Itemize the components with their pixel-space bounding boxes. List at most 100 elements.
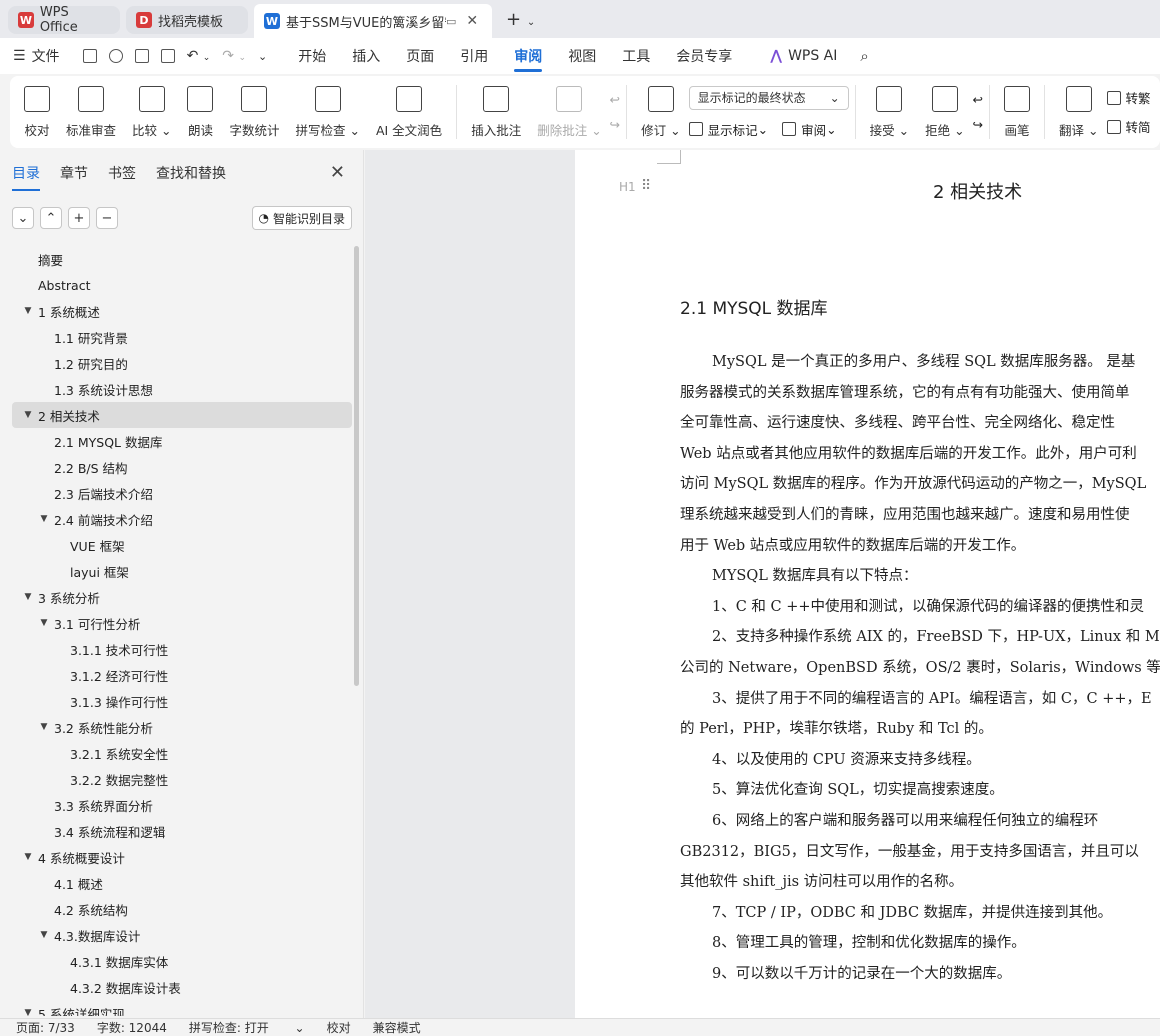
more-icon[interactable]: ⌄ [258, 50, 267, 63]
menu-wps-ai[interactable]: ⋀ WPS AI [757, 38, 850, 74]
caret-down-icon[interactable]: ▼ [38, 722, 50, 732]
page-indicator[interactable]: 页面: 7/33 [16, 1019, 75, 1036]
toc-item[interactable]: ▼ 4 系统概要设计 [12, 844, 352, 870]
add-heading-button[interactable]: + [68, 207, 90, 229]
print-icon[interactable] [134, 49, 149, 63]
toc-scrollbar[interactable] [354, 246, 359, 686]
tab-toc[interactable]: 目录 [12, 163, 40, 191]
file-menu[interactable]: ☰ 文件 [0, 38, 73, 74]
menu-member[interactable]: 会员专享 [663, 38, 745, 74]
remove-heading-button[interactable]: − [96, 207, 118, 229]
toc-item[interactable]: 2.1 MYSQL 数据库 [12, 428, 352, 454]
menu-reference[interactable]: 引用 [447, 38, 501, 74]
menu-insert[interactable]: 插入 [339, 38, 393, 74]
close-icon[interactable]: ✕ [330, 162, 345, 183]
menu-view[interactable]: 视图 [555, 38, 609, 74]
tab-document[interactable]: W 基于SSM与VUE的篱溪乡留守 ▭ ✕ [254, 4, 492, 38]
caret-down-icon[interactable]: ▼ [22, 410, 34, 420]
caret-down-icon[interactable]: ▼ [38, 618, 50, 628]
tab-bookmarks[interactable]: 书签 [108, 163, 136, 183]
toc-item[interactable]: ▼ 2.4 前端技术介绍 [12, 506, 352, 532]
toc-item[interactable]: 4.1 概述 [12, 870, 352, 896]
proofread-button[interactable]: 校对 [16, 80, 58, 144]
tab-chapters[interactable]: 章节 [60, 163, 88, 183]
caret-down-icon[interactable]: ▼ [22, 592, 34, 602]
expand-down-button[interactable]: ⌄ [12, 207, 34, 229]
toc-item[interactable]: Abstract [12, 272, 352, 298]
document-page[interactable]: H1 ⠿ 2 相关技术 2.1 MYSQL 数据库 MySQL 是一个真正的多用… [575, 150, 1160, 1018]
toc-item[interactable]: 3.4 系统流程和逻辑 [12, 818, 352, 844]
track-changes-button[interactable]: 修订 ⌄ [633, 80, 688, 144]
toc-item[interactable]: layui 框架 [12, 558, 352, 584]
prev-comment-icon[interactable]: ↩ [610, 92, 620, 107]
toc-item[interactable]: 3.2.1 系统安全性 [12, 740, 352, 766]
print-preview-icon[interactable] [160, 49, 175, 63]
toc-item[interactable]: ▼ 3 系统分析 [12, 584, 352, 610]
toc-item[interactable]: 4.3.2 数据库设计表 [12, 974, 352, 1000]
smart-toc-button[interactable]: ◔ 智能识别目录 [251, 206, 352, 230]
prev-change-icon[interactable]: ↩ [973, 92, 983, 107]
next-change-icon[interactable]: ↪ [973, 117, 983, 132]
toc-item[interactable]: 1.1 研究背景 [12, 324, 352, 350]
toc-item[interactable]: 2.3 后端技术介绍 [12, 480, 352, 506]
caret-down-icon[interactable]: ▼ [38, 514, 50, 524]
translate-button[interactable]: 翻译 ⌄ [1051, 80, 1106, 144]
toc-item[interactable]: ▼ 2 相关技术 [12, 402, 352, 428]
toc-item[interactable]: ▼ 4.3.数据库设计 [12, 922, 352, 948]
collapse-up-button[interactable]: ⌃ [40, 207, 62, 229]
caret-down-icon[interactable]: ▼ [22, 1008, 34, 1016]
review-pane-button[interactable]: 审阅 ⌄ [782, 120, 837, 139]
toc-item[interactable]: 3.2.2 数据完整性 [12, 766, 352, 792]
undo-icon[interactable]: ↶ ⌄ [187, 48, 211, 64]
ai-polish-button[interactable]: AI 全文润色 [368, 80, 450, 144]
toc-item[interactable]: ▼ 5 系统详细实现 [12, 1000, 352, 1017]
proofread-status[interactable]: 校对 [327, 1019, 351, 1036]
toc-item[interactable]: 2.2 B/S 结构 [12, 454, 352, 480]
new-tab-button[interactable]: + ⌄ [506, 9, 535, 30]
caret-down-icon[interactable]: ▼ [22, 852, 34, 862]
accept-button[interactable]: 接受 ⌄ [862, 80, 917, 144]
tab-wps-office[interactable]: W WPS Office [8, 5, 120, 35]
caret-down-icon[interactable]: ▼ [38, 930, 50, 940]
tab-find-replace[interactable]: 查找和替换 [156, 163, 226, 183]
toc-item[interactable]: 4.2 系统结构 [12, 896, 352, 922]
word-count-button[interactable]: 字数统计 [221, 80, 287, 144]
read-aloud-button[interactable]: 朗读 [179, 80, 221, 144]
toc-item[interactable]: VUE 框架 [12, 532, 352, 558]
word-count-indicator[interactable]: 字数: 12044 [97, 1019, 167, 1036]
menu-tools[interactable]: 工具 [609, 38, 663, 74]
toc-item[interactable]: 摘要 [12, 246, 352, 272]
spell-check-status[interactable]: 拼写检查: 打开 ⌄ [189, 1019, 305, 1036]
menu-start[interactable]: 开始 [285, 38, 339, 74]
redo-icon[interactable]: ↷ ⌄ [222, 48, 246, 64]
toc-item[interactable]: 3.1.2 经济可行性 [12, 662, 352, 688]
search-icon[interactable]: ⌕ [860, 47, 868, 65]
standard-review-button[interactable]: 标准审查 [58, 80, 124, 144]
compare-button[interactable]: 比较 ⌄ [124, 80, 179, 144]
toc-item[interactable]: 3.1.3 操作可行性 [12, 688, 352, 714]
toc-item[interactable]: ▼ 1 系统概述 [12, 298, 352, 324]
insert-comment-button[interactable]: 插入批注 [463, 80, 529, 144]
export-icon[interactable] [108, 49, 123, 63]
toc-item[interactable]: 3.1.1 技术可行性 [12, 636, 352, 662]
toc-item[interactable]: 3.3 系统界面分析 [12, 792, 352, 818]
toc-item[interactable]: ▼ 3.1 可行性分析 [12, 610, 352, 636]
show-markup-button[interactable]: 显示标记 ⌄ [688, 120, 768, 139]
toc-item[interactable]: 4.3.1 数据库实体 [12, 948, 352, 974]
menu-review[interactable]: 审阅 [501, 38, 555, 74]
close-tab-icon[interactable]: ✕ [466, 13, 478, 29]
save-icon[interactable] [82, 49, 97, 63]
reject-button[interactable]: 拒绝 ⌄ [917, 80, 972, 144]
to-traditional-button[interactable]: 转繁 [1106, 88, 1151, 107]
menu-page[interactable]: 页面 [393, 38, 447, 74]
monitor-icon[interactable]: ▭ [446, 15, 456, 28]
toc-item[interactable]: 1.2 研究目的 [12, 350, 352, 376]
toc-item[interactable]: ▼ 3.2 系统性能分析 [12, 714, 352, 740]
spell-check-button[interactable]: 拼写检查 ⌄ [288, 80, 368, 144]
to-simplified-button[interactable]: 转简 [1106, 117, 1151, 136]
toc-item[interactable]: 1.3 系统设计思想 [12, 376, 352, 402]
caret-down-icon[interactable]: ▼ [22, 306, 34, 316]
tab-template[interactable]: D 找稻壳模板 [126, 6, 248, 34]
drag-handle-icon[interactable]: ⠿ [641, 178, 651, 194]
display-state-select[interactable]: 显示标记的最终状态 ⌄ [688, 85, 849, 110]
